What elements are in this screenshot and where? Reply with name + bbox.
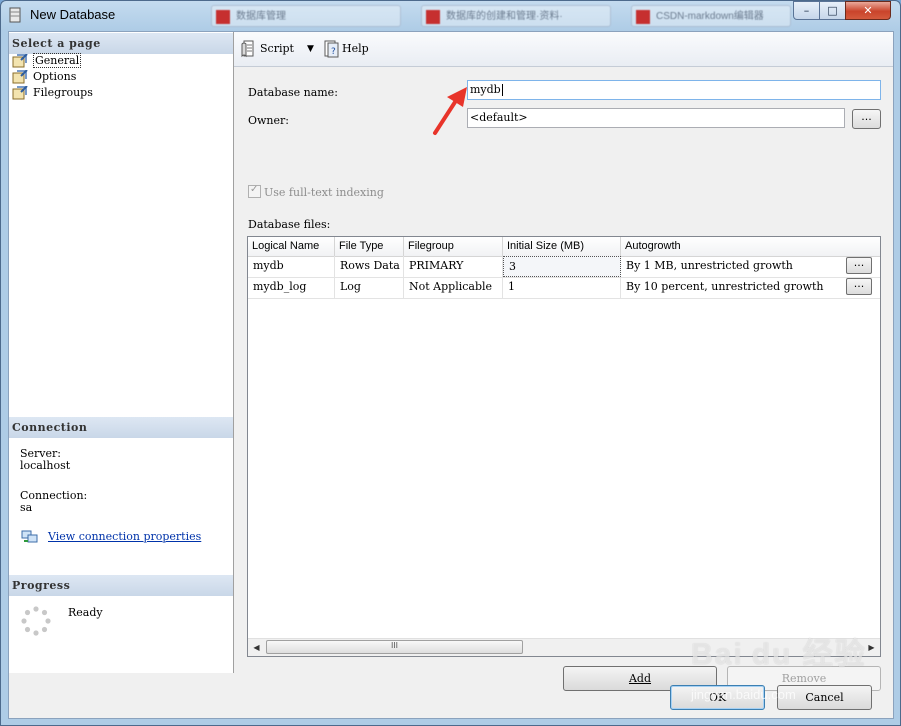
progress-heading: Progress (9, 575, 233, 596)
maximize-icon: □ (827, 4, 838, 17)
filegroup-cell[interactable]: Not Applicable (404, 277, 503, 298)
background-tab: 数据库的创建和管理·资料· (421, 5, 611, 27)
column-header[interactable]: Initial Size (MB) (503, 237, 621, 256)
close-icon: ✕ (863, 4, 873, 17)
close-button[interactable]: ✕ (845, 1, 891, 20)
chevron-down-icon[interactable]: ▼ (307, 41, 314, 57)
select-page-heading: Select a page (9, 33, 233, 54)
help-button[interactable]: Help (342, 41, 369, 57)
general-page-panel: Database name: mydb Owner: <default> ...… (234, 67, 893, 691)
script-icon (241, 40, 254, 58)
database-name-label: Database name: (248, 86, 338, 99)
page-icon (12, 86, 28, 100)
table-row[interactable]: mydb Rows Data PRIMARY 3 By 1 MB, unrest… (248, 256, 880, 278)
column-header[interactable]: Filegroup (404, 237, 503, 256)
database-files-label: Database files: (248, 218, 331, 231)
logical-name-cell[interactable]: mydb (248, 256, 335, 277)
annotation-arrow-icon (433, 87, 467, 135)
window-title: New Database (30, 7, 116, 22)
database-name-input[interactable]: mydb (467, 80, 881, 100)
initial-size-cell[interactable]: 1 (503, 277, 621, 298)
background-tab: 数据库管理 (211, 5, 401, 27)
minimize-icon: – (803, 4, 810, 17)
toolbar: Script ▼ ? Help (234, 32, 893, 67)
checkbox-icon (248, 184, 261, 198)
view-connection-properties-link[interactable]: View connection properties (48, 530, 201, 543)
page-item-filegroups[interactable]: Filegroups (12, 85, 93, 101)
page-icon (12, 70, 28, 84)
autogrowth-edit-button[interactable]: ... (846, 257, 872, 274)
connection-value: sa (20, 501, 33, 514)
page-item-general[interactable]: General (12, 53, 82, 69)
new-database-dialog: New Database 数据库管理 数据库的创建和管理·资料· CSDN-ma… (0, 0, 901, 726)
database-files-grid: Logical Name File Type Filegroup Initial… (247, 236, 881, 657)
app-icon (636, 10, 650, 24)
filegroup-cell[interactable]: PRIMARY (404, 256, 503, 277)
maximize-button[interactable]: □ (819, 1, 846, 20)
page-icon (12, 54, 28, 68)
column-header[interactable]: Logical Name (248, 237, 335, 256)
help-icon: ? (324, 40, 339, 58)
full-text-indexing-checkbox[interactable]: Use full-text indexing (248, 184, 384, 199)
owner-input[interactable]: <default> (467, 108, 845, 128)
autogrowth-cell: By 10 percent, unrestricted growth (626, 280, 824, 293)
file-type-cell[interactable]: Log (335, 277, 404, 298)
owner-label: Owner: (248, 114, 289, 127)
script-button[interactable]: Script (260, 41, 294, 57)
background-tab: CSDN-markdown编辑器 (631, 5, 791, 27)
column-header[interactable]: File Type (335, 237, 404, 256)
connection-heading: Connection (9, 417, 233, 438)
initial-size-cell[interactable]: 3 (503, 256, 621, 277)
progress-spinner-icon (21, 606, 51, 636)
table-row[interactable]: mydb_log Log Not Applicable 1 By 10 perc… (248, 277, 880, 299)
autogrowth-cell: By 1 MB, unrestricted growth (626, 259, 793, 272)
page-item-options[interactable]: Options (12, 69, 76, 85)
scrollbar-thumb[interactable]: III (266, 640, 523, 654)
left-pane: Select a page General Options Filegroups… (9, 32, 234, 673)
file-type-cell[interactable]: Rows Data (335, 256, 404, 277)
grid-header: Logical Name File Type Filegroup Initial… (248, 237, 880, 257)
baidu-watermark: Bai du 经验 (691, 638, 867, 671)
title-bar[interactable]: New Database 数据库管理 数据库的创建和管理·资料· CSDN-ma… (1, 1, 900, 31)
baidu-watermark-url: jingyan.baidu.com (691, 687, 796, 702)
logical-name-cell[interactable]: mydb_log (248, 277, 335, 298)
database-icon (9, 7, 21, 23)
scroll-left-icon[interactable]: ◀ (248, 639, 265, 656)
connection-properties-icon (21, 530, 38, 543)
server-value: localhost (20, 459, 71, 472)
owner-browse-button[interactable]: ... (852, 109, 881, 129)
autogrowth-edit-button[interactable]: ... (846, 278, 872, 295)
app-icon (426, 10, 440, 24)
column-header[interactable]: Autogrowth (621, 237, 880, 256)
svg-text:?: ? (331, 47, 336, 57)
progress-status: Ready (68, 606, 103, 619)
minimize-button[interactable]: – (793, 1, 820, 20)
app-icon (216, 10, 230, 24)
